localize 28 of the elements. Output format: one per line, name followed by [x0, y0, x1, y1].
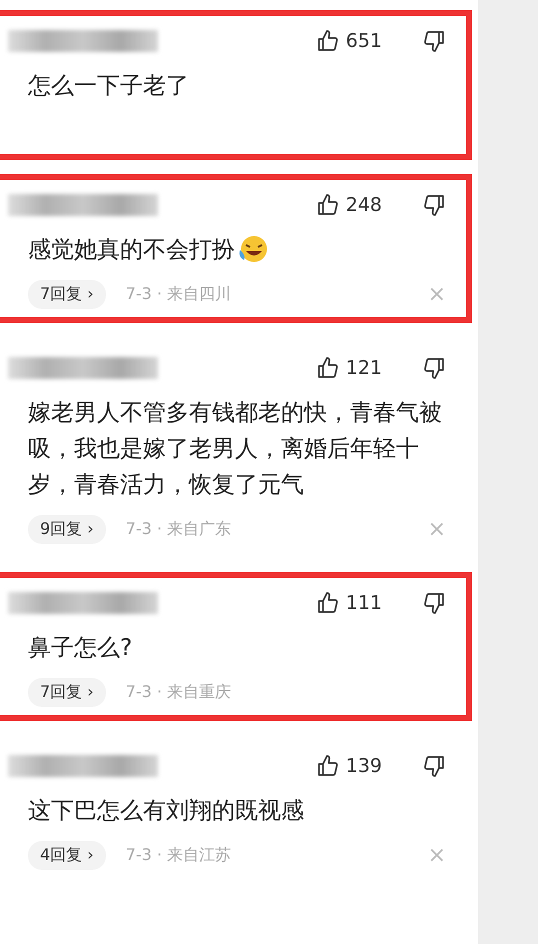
comment-meta: 7-3 · 来自重庆: [126, 682, 232, 703]
thumbs-down-icon[interactable]: [422, 193, 446, 217]
thumbs-up-icon: [316, 356, 340, 380]
thumbs-down-icon[interactable]: [422, 356, 446, 380]
like-button[interactable]: 111: [316, 591, 382, 615]
comment-text: 怎么一下子老了: [28, 72, 189, 101]
thumbs-down-icon[interactable]: [422, 29, 446, 53]
like-button[interactable]: 651: [316, 29, 382, 53]
comment-text: 嫁老男人不管多有钱都老的快，青春气被吸，我也是嫁了老男人，离婚后年轻十岁，青春活力，恢复了元气: [28, 399, 443, 500]
like-button[interactable]: 121: [316, 356, 382, 380]
comment-text: 感觉她真的不会打扮: [28, 236, 235, 265]
replies-button[interactable]: 7回复 ›: [28, 678, 106, 707]
replies-button[interactable]: 7回复 ›: [28, 280, 106, 309]
comment-text: 这下巴怎么有刘翔的既视感: [28, 797, 304, 826]
like-button[interactable]: 248: [316, 193, 382, 217]
thumbs-down-icon[interactable]: [422, 754, 446, 778]
comment-text: 鼻子怎么?: [28, 634, 132, 663]
thumbs-up-icon: [316, 193, 340, 217]
comment-meta: 7-3 · 来自江苏: [126, 845, 232, 866]
thumbs-up-icon: [316, 29, 340, 53]
like-button[interactable]: 139: [316, 754, 382, 778]
thumbs-down-icon[interactable]: [422, 591, 446, 615]
thumbs-up-icon: [316, 591, 340, 615]
replies-button[interactable]: 9回复 ›: [28, 515, 106, 544]
replies-button[interactable]: 4回复 ›: [28, 841, 106, 870]
thumbs-up-icon: [316, 754, 340, 778]
comment-meta: 7-3 · 来自四川: [126, 284, 232, 305]
comment-meta: 7-3 · 来自广东: [126, 519, 232, 540]
